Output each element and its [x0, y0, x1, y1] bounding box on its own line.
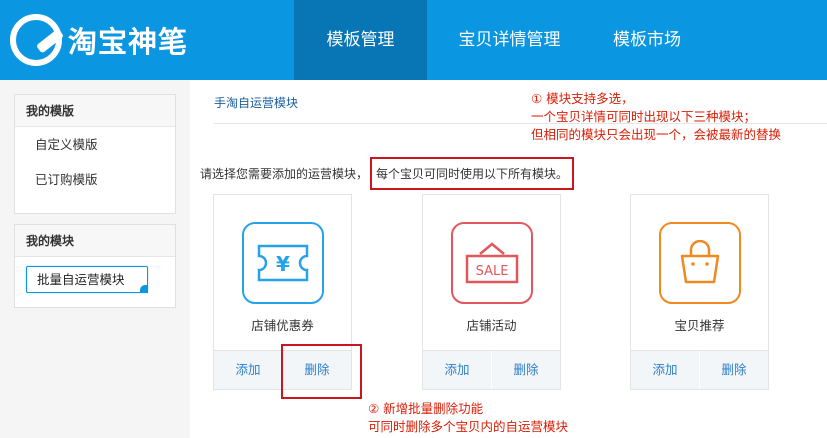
main-nav: 模板管理 宝贝详情管理 模板市场	[294, 0, 702, 80]
sidebar-item-batch-modules[interactable]: 批量自运营模块	[26, 266, 148, 293]
annotation-line: ① 模块支持多选，	[531, 91, 634, 106]
module-card-shop-activity: SALE 店铺活动 添加 删除	[422, 194, 561, 390]
logo[interactable]: 淘宝神笔	[10, 13, 188, 67]
annotation-multi-select: ① 模块支持多选， 一个宝贝详情可同时出现以下三种模块； 但相同的模块只会出现一…	[531, 90, 781, 144]
card-actions: 添加 删除	[422, 350, 561, 390]
add-button[interactable]: 添加	[423, 351, 491, 389]
annotation-batch-delete: ② 新增批量删除功能 可同时删除多个宝贝内的自运营模块	[368, 400, 568, 436]
annotation-line: 但相同的模块只会出现一个，会被最新的替换	[531, 127, 782, 142]
svg-text:SALE: SALE	[476, 264, 509, 279]
module-card-item-recommend: 宝贝推荐 添加 删除	[630, 194, 769, 390]
add-button[interactable]: 添加	[214, 351, 282, 389]
sidebar-section-title: 我的模块	[15, 225, 175, 257]
delete-button[interactable]: 删除	[699, 351, 768, 389]
instruction-text: 请选择您需要添加的运营模块， 每个宝贝可同时使用以下所有模块。	[200, 157, 575, 190]
sale-icon: SALE	[451, 222, 533, 304]
delete-button[interactable]: 删除	[491, 351, 560, 389]
module-label: 宝贝推荐	[674, 318, 725, 333]
annotation-line: 一个宝贝详情可同时出现以下三种模块；	[531, 109, 757, 124]
sidebar-my-templates: 我的模版 自定义模版 已订购模版	[14, 94, 176, 214]
nav-tab-template-management[interactable]: 模板管理	[294, 0, 427, 80]
card-actions: 添加 删除	[630, 350, 769, 390]
add-button[interactable]: 添加	[631, 351, 699, 389]
shopping-bag-icon	[659, 222, 741, 304]
sidebar-item-subscribed-template[interactable]: 已订购模版	[15, 162, 175, 197]
page-title: 手淘自运营模块	[214, 96, 299, 110]
coupon-icon: ¥	[242, 222, 324, 304]
nav-tab-item-detail-management[interactable]: 宝贝详情管理	[427, 0, 592, 80]
highlighted-note: 每个宝贝可同时使用以下所有模块。	[370, 157, 575, 190]
top-header: 淘宝神笔 模板管理 宝贝详情管理 模板市场	[0, 0, 827, 80]
delete-highlight-box	[281, 344, 362, 399]
sidebar-section-title: 我的模版	[15, 95, 175, 127]
annotation-line: ② 新增批量删除功能	[368, 401, 484, 416]
pen-logo-icon	[10, 14, 62, 66]
logo-text: 淘宝神笔	[68, 25, 189, 59]
svg-text:¥: ¥	[276, 252, 290, 276]
sidebar-item-custom-template[interactable]: 自定义模版	[15, 127, 175, 162]
module-label: 店铺优惠券	[251, 318, 314, 333]
module-label: 店铺活动	[466, 318, 517, 333]
instruction-label: 请选择您需要添加的运营模块，	[200, 167, 369, 181]
sidebar-my-modules: 我的模块 批量自运营模块	[14, 224, 176, 308]
annotation-line: 可同时删除多个宝贝内的自运营模块	[368, 419, 569, 434]
nav-tab-template-market[interactable]: 模板市场	[592, 0, 702, 80]
